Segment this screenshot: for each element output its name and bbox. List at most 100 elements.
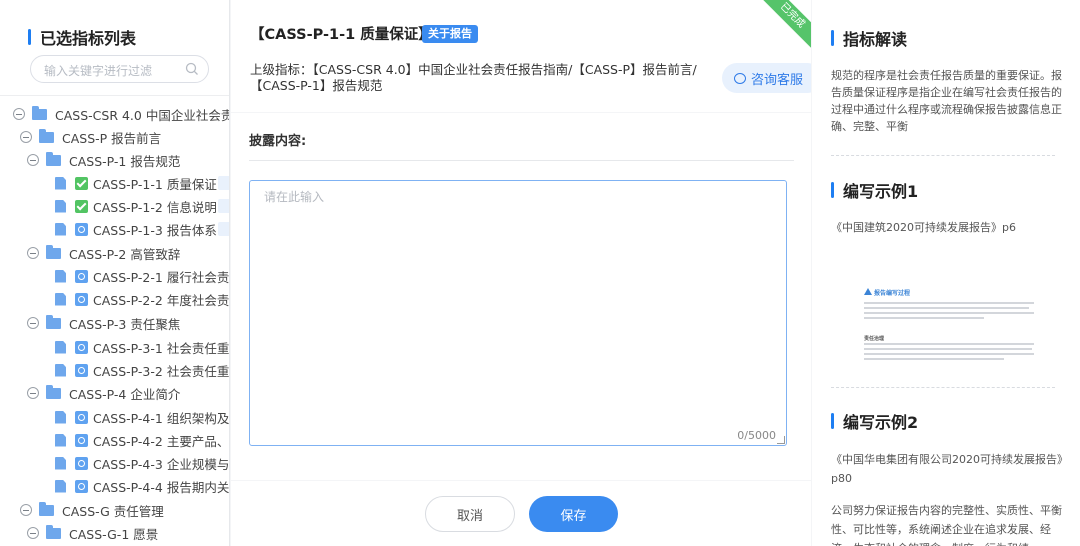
tree-item-label: CASS-P-4-1 组织架构及 [93,410,230,426]
parent-indicator-path: 上级指标：【CASS-CSR 4.0】中国企业社会责任报告指南/【CASS-P】… [250,62,720,94]
tree-item-label: CASS-P-4-2 主要产品、 [93,433,230,449]
tree-node-label: CASS-P-1 报告规范 [69,153,181,169]
pending-status-icon [75,433,88,447]
tree-node-cass-csr[interactable]: CASS-CSR 4.0 中国企业社会责任 [13,103,230,125]
document-icon [55,176,66,190]
interpretation-title: 指标解读 [831,26,907,50]
tree-item-label: CASS-P-1-1 质量保证 [93,176,217,192]
tree-node-cass-g[interactable]: CASS-G 责任管理 [20,499,164,521]
document-icon [55,340,66,354]
collapse-toggle-icon[interactable] [27,154,39,166]
tree-item-label: CASS-P-4-4 报告期内关 [93,479,230,495]
tree-item-cass-p-2-2[interactable]: CASS-P-2-2 年度社会责 [55,288,229,310]
document-icon [55,222,66,236]
tree-node-cass-p[interactable]: CASS-P 报告前言 [20,126,161,148]
character-counter: 0/5000 [737,429,776,442]
collapse-toggle-icon[interactable] [13,108,25,120]
document-icon [55,410,66,424]
tree-item-cass-p-4-3[interactable]: CASS-P-4-3 企业规模与 [55,452,229,474]
indicator-tree: CASS-CSR 4.0 中国企业社会责任 CASS-P 报告前言 CASS-P… [0,95,229,542]
example2-title-text: 编写示例2 [843,413,919,432]
collapse-toggle-icon[interactable] [20,131,32,143]
pending-status-icon [75,410,88,424]
tree-node-label: CASS-G-1 愿景 [69,526,159,542]
collapse-toggle-icon[interactable] [27,317,39,329]
parent-indicator-value[interactable]: 【CASS-CSR 4.0】中国企业社会责任报告指南/【CASS-P】报告前言/… [250,62,697,93]
category-badge: 关于报告 [422,25,478,43]
completed-check-icon [75,199,88,213]
tree-item-cass-p-3-1[interactable]: CASS-P-3-1 社会责任重 [55,336,229,358]
document-icon [55,292,66,306]
tree-node-cass-p-3[interactable]: CASS-P-3 责任聚焦 [27,312,180,334]
document-icon [55,199,66,213]
consult-support-label: 咨询客服 [751,72,804,88]
tree-item-cass-p-1-2[interactable]: CASS-P-1-2 信息说明 [55,195,217,217]
section-divider [249,160,794,161]
tree-item-cass-p-3-2[interactable]: CASS-P-3-2 社会责任重 [55,359,229,381]
tree-item-cass-p-4-4[interactable]: CASS-P-4-4 报告期内关 [55,475,229,497]
tree-item-cass-p-4-1[interactable]: CASS-P-4-1 组织架构及 [55,406,229,428]
document-icon [55,269,66,283]
document-icon [55,456,66,470]
document-icon [55,479,66,493]
item-tag [218,199,229,213]
save-button[interactable]: 保存 [529,496,618,532]
collapse-toggle-icon[interactable] [20,504,32,516]
tree-node-label: CASS-P-2 高管致辞 [69,246,181,262]
tree-item-cass-p-4-2[interactable]: CASS-P-4-2 主要产品、 [55,429,229,451]
folder-icon [32,105,47,120]
document-icon [55,433,66,447]
thumbnail-text-line [864,302,1034,304]
tree-item-cass-p-1-1[interactable]: CASS-P-1-1 质量保证 [55,172,217,194]
tree-item-label: CASS-P-1-2 信息说明 [93,199,217,215]
consult-support-button[interactable]: 咨询客服 [722,63,811,93]
dashed-divider [831,387,1055,388]
cancel-button[interactable]: 取消 [425,496,515,532]
report-logo-icon [864,288,872,295]
example2-source: 《中国华电集团有限公司2020可持续发展报告》p80 [831,453,1063,485]
dashed-divider [831,155,1055,156]
tree-node-label: CASS-P-4 企业简介 [69,386,181,402]
tree-item-label: CASS-P-1-3 报告体系 [93,222,217,238]
search-icon[interactable] [185,62,199,76]
tree-node-label: CASS-CSR 4.0 中国企业社会责任 [55,107,230,123]
indicator-list-panel: 已选指标列表 输入关键字进行过滤 CASS-CSR 4.0 中国企业社会责任 C… [0,0,230,546]
pending-status-icon [75,222,88,236]
pending-status-icon [75,269,88,283]
thumbnail-text-line [864,343,1034,345]
thumbnail-title: 报告编写过程 [874,290,911,297]
indicator-list-title-text: 已选指标列表 [40,29,137,48]
title-accent-bar [831,182,834,198]
example1-title: 编写示例1 [831,178,918,202]
tree-node-cass-g-1[interactable]: CASS-G-1 愿景 [27,522,158,544]
resize-handle-icon[interactable] [777,436,785,444]
tree-node-cass-p-4[interactable]: CASS-P-4 企业简介 [27,382,180,404]
tree-item-cass-p-1-3[interactable]: CASS-P-1-3 报告体系 [55,218,217,240]
tree-node-cass-p-1[interactable]: CASS-P-1 报告规范 [27,149,180,171]
filter-search-placeholder: 输入关键字进行过滤 [44,64,153,78]
thumbnail-text-line [864,312,1034,314]
title-accent-bar [831,30,834,46]
thumbnail-text-line [864,353,1034,355]
collapse-toggle-icon[interactable] [27,387,39,399]
disclosure-textarea[interactable]: 请在此输入 0/5000 [249,180,787,446]
folder-icon [39,501,54,516]
interpretation-title-text: 指标解读 [843,30,908,49]
indicator-header: 【CASS-P-1-1 质量保证】 关于报告 上级指标：【CASS-CSR 4.… [231,0,811,112]
title-accent-bar [28,29,31,45]
folder-icon [46,151,61,166]
tree-node-cass-p-2[interactable]: CASS-P-2 高管致辞 [27,242,180,264]
tree-item-label: CASS-P-3-1 社会责任重 [93,340,230,356]
tree-item-cass-p-2-1[interactable]: CASS-P-2-1 履行社会责 [55,265,229,287]
tree-node-label: CASS-G 责任管理 [62,503,164,519]
example1-source: 《中国建筑2020可持续发展报告》p6 [831,221,1016,234]
folder-icon [46,384,61,399]
folder-icon [46,244,61,259]
collapse-toggle-icon[interactable] [27,247,39,259]
example1-thumbnail[interactable]: 报告编写过程 责任治理 [860,282,1038,372]
pending-status-icon [75,340,88,354]
collapse-toggle-icon[interactable] [27,527,39,539]
parent-indicator-prefix: 上级指标： [250,62,313,77]
thumbnail-subtitle: 责任治理 [864,336,885,342]
filter-search-input[interactable]: 输入关键字进行过滤 [30,55,209,83]
